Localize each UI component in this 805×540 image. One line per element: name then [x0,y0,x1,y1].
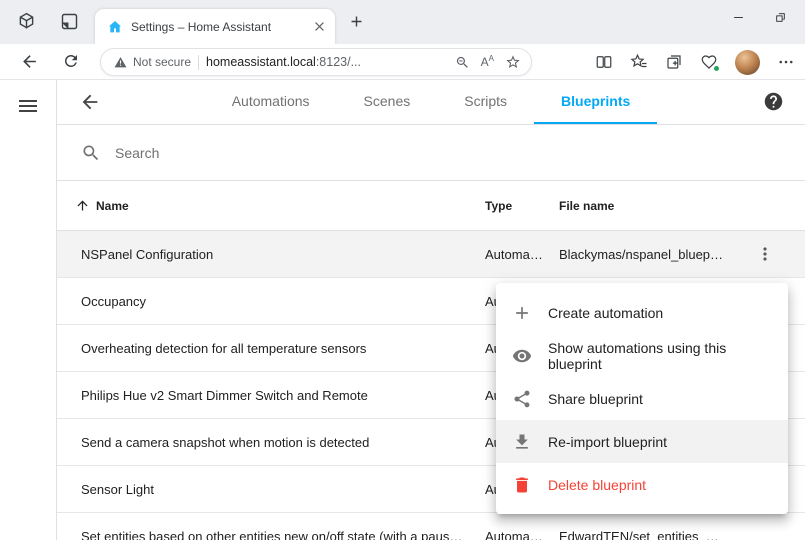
browser-menu-icon[interactable] [777,53,795,71]
browser-titlebar: Settings – Home Assistant [0,0,805,44]
row-file: Blackymas/nspanel_blueprin… [559,247,725,262]
table-row[interactable]: NSPanel Configuration Automation Blackym… [57,231,805,278]
tab-close-icon[interactable] [312,19,327,34]
menu-item-delete-blueprint[interactable]: Delete blueprint [496,463,788,506]
table-header: Name Type File name [57,181,805,231]
ha-tab-bar: Automations Scenes Scripts Blueprints [205,80,658,124]
row-name: Occupancy [57,294,485,309]
favorite-star-icon[interactable] [505,54,521,70]
favorites-hub-icon[interactable] [630,53,648,71]
address-bar[interactable]: Not secure homeassistant.local:8123/... … [100,48,532,76]
row-name: Overheating detection for all temperatur… [57,341,485,356]
eye-icon [512,346,532,366]
trash-icon [512,475,532,495]
zoom-out-icon[interactable] [455,55,470,70]
column-header-file[interactable]: File name [559,199,805,213]
row-type: Automation [485,529,559,540]
restore-button[interactable] [759,0,801,34]
download-icon [512,432,532,452]
tab-automations[interactable]: Automations [205,80,337,124]
column-header-name[interactable]: Name [57,198,485,213]
search-placeholder: Search [115,145,159,161]
menu-item-create-automation[interactable]: Create automation [496,291,788,334]
ha-main: Automations Scenes Scripts Blueprints Se… [57,80,805,540]
browser-navbar: Not secure homeassistant.local:8123/... … [0,44,805,80]
status-dot [713,65,720,72]
ha-back-button[interactable] [79,91,101,113]
row-type: Automation [485,247,559,262]
reload-button[interactable] [62,52,80,70]
collections-icon[interactable] [665,53,683,71]
url-text: homeassistant.local:8123/... [206,55,361,69]
new-tab-button[interactable] [348,13,365,30]
home-assistant-favicon [107,19,123,35]
security-label: Not secure [133,55,191,69]
minimize-button[interactable] [717,0,759,34]
share-icon [512,389,532,409]
help-icon[interactable] [763,91,784,112]
address-divider [198,55,199,70]
tab-title: Settings – Home Assistant [131,20,304,34]
column-header-type[interactable]: Type [485,199,559,213]
sort-ascending-icon [75,198,90,213]
row-overflow-menu-icon[interactable] [755,244,775,264]
browser-tab[interactable]: Settings – Home Assistant [95,9,335,44]
row-name: Send a camera snapshot when motion is de… [57,435,485,450]
url-path: :8123/... [316,55,361,69]
warning-icon [114,56,127,69]
table-row[interactable]: Set entities based on other entities new… [57,513,805,540]
sidebar-menu-icon[interactable] [16,94,40,118]
row-name: Sensor Light [57,482,485,497]
row-name: Set entities based on other entities new… [57,529,485,540]
split-screen-icon[interactable] [595,53,613,71]
menu-item-reimport-blueprint[interactable]: Re-import blueprint [496,420,788,463]
blueprint-context-menu: Create automation Show automations using… [496,283,788,514]
menu-item-share-blueprint[interactable]: Share blueprint [496,377,788,420]
tab-actions-icon[interactable] [59,11,80,32]
home-assistant-app: Automations Scenes Scripts Blueprints Se… [0,80,805,540]
plus-icon [512,303,532,323]
row-file: EdwardTEN/set_entities_ba… [559,529,725,540]
site-info-button[interactable]: Not secure [114,55,191,69]
row-name: NSPanel Configuration [57,247,485,262]
ha-sidebar [0,80,57,540]
ha-header: Automations Scenes Scripts Blueprints [57,80,805,125]
browser-essentials-icon[interactable] [700,53,718,71]
search-field[interactable]: Search [57,125,805,181]
workspaces-icon[interactable] [16,11,37,32]
tab-scripts[interactable]: Scripts [437,80,534,124]
back-button[interactable] [20,52,39,71]
search-icon [81,143,101,163]
menu-item-show-automations[interactable]: Show automations using this blueprint [496,334,788,377]
tab-scenes[interactable]: Scenes [337,80,438,124]
row-name: Philips Hue v2 Smart Dimmer Switch and R… [57,388,485,403]
tab-blueprints[interactable]: Blueprints [534,80,657,124]
profile-avatar[interactable] [735,50,760,75]
url-host: homeassistant.local [206,55,316,69]
read-aloud-icon[interactable]: AA [481,56,494,68]
